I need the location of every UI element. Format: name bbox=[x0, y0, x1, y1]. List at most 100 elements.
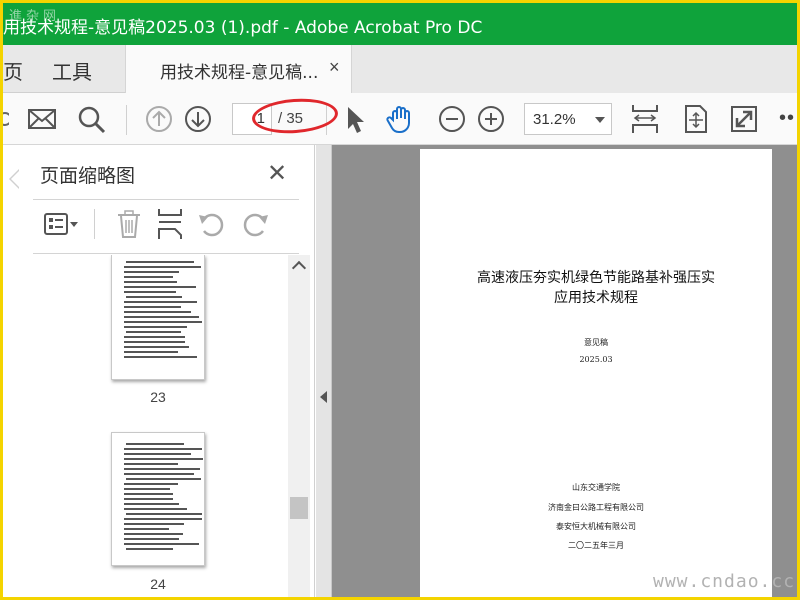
thumbnail-text-line bbox=[124, 266, 201, 268]
rotate-right-icon[interactable] bbox=[237, 207, 271, 241]
options-menu-icon[interactable] bbox=[43, 207, 78, 241]
panel-title: 页面缩略图 bbox=[40, 165, 136, 187]
thumbnail-text-line bbox=[124, 533, 183, 535]
zoom-in-icon[interactable] bbox=[475, 103, 507, 135]
partial-icon bbox=[3, 103, 12, 135]
toolbar: 1 / 35 31.2% •• bbox=[3, 93, 797, 145]
thumbnail-text-line bbox=[124, 468, 200, 470]
document-date: 2025.03 bbox=[579, 355, 613, 364]
insert-page-icon[interactable] bbox=[155, 207, 189, 241]
tab-home[interactable]: 页 bbox=[3, 56, 23, 85]
toolbar-separator bbox=[126, 105, 127, 135]
thumbnail-text-line bbox=[124, 463, 178, 465]
thumbnail-label: 24 bbox=[150, 576, 166, 592]
zoom-out-icon[interactable] bbox=[436, 103, 468, 135]
close-tab-button[interactable]: × bbox=[329, 57, 340, 78]
thumbnail-text-line bbox=[124, 498, 173, 500]
next-page-icon[interactable] bbox=[182, 103, 214, 135]
thumbnail-text-line bbox=[126, 478, 201, 480]
document-title-line1: 高速液压夯实机绿色节能路基补强压实 bbox=[477, 270, 715, 286]
search-icon[interactable] bbox=[75, 103, 107, 135]
thumbnail-text-line bbox=[124, 346, 189, 348]
page-thumbnail[interactable] bbox=[111, 255, 205, 380]
thumbnail-text-line bbox=[126, 296, 182, 298]
divider bbox=[33, 199, 299, 200]
close-panel-button[interactable]: ✕ bbox=[267, 159, 287, 188]
thumbnail-text-line bbox=[126, 443, 184, 445]
thumbnail-text-line bbox=[124, 508, 187, 510]
thumbnail-text-line bbox=[124, 281, 177, 283]
panel-splitter[interactable] bbox=[316, 145, 332, 597]
panel-notch-inner bbox=[11, 170, 20, 188]
thumbnail-text-line bbox=[124, 518, 202, 520]
tab-bar: 页 工具 用技术规程-意见稿... × bbox=[3, 45, 797, 93]
page-thumbnails-panel: 页面缩略图 ✕ 23 24 bbox=[3, 145, 315, 597]
thumbnail-text-line bbox=[124, 473, 194, 475]
organization-3: 泰安恒大机械有限公司 bbox=[556, 522, 636, 531]
thumbnail-text-line bbox=[124, 488, 170, 490]
draft-label: 意见稿 bbox=[584, 338, 608, 347]
thumbnail-text-line bbox=[124, 301, 197, 303]
organization-2: 济南金曰公路工程有限公司 bbox=[548, 503, 644, 512]
previous-page-icon[interactable] bbox=[143, 103, 175, 135]
hand-tool-icon[interactable] bbox=[385, 103, 417, 135]
site-watermark: www.cndao.cc bbox=[653, 571, 796, 592]
thumbnail-text-line bbox=[124, 503, 179, 505]
chevron-up-icon[interactable] bbox=[291, 260, 307, 276]
collapse-arrow-icon[interactable] bbox=[320, 391, 327, 403]
divider bbox=[33, 253, 299, 254]
select-arrow-icon[interactable] bbox=[339, 103, 371, 135]
thumbnail-text-line bbox=[124, 311, 191, 313]
window-title: 用技术规程-意见稿2025.03 (1).pdf - Adobe Acrobat… bbox=[3, 18, 483, 38]
thumbnail-text-line bbox=[124, 453, 191, 455]
toolbar-separator bbox=[94, 209, 95, 239]
thumbnail-text-line bbox=[124, 523, 184, 525]
document-tab-label: 用技术规程-意见稿... bbox=[160, 63, 319, 83]
thumbnail-text-line bbox=[124, 326, 187, 328]
thumbnail-list: 23 24 bbox=[3, 255, 287, 597]
thumbnail-text-line bbox=[124, 286, 196, 288]
fullscreen-icon[interactable] bbox=[728, 103, 760, 135]
organization-1: 山东交通学院 bbox=[572, 483, 620, 492]
thumbnail-text-line bbox=[124, 448, 202, 450]
fit-page-icon[interactable] bbox=[629, 103, 661, 135]
thumbnail-text-line bbox=[124, 458, 203, 460]
rotate-left-icon[interactable] bbox=[196, 207, 230, 241]
thumbnail-text-line bbox=[124, 336, 185, 338]
thumbnail-label: 23 bbox=[150, 389, 166, 405]
thumbnail-text-line bbox=[126, 513, 202, 515]
thumbnail-text-line bbox=[124, 271, 179, 273]
thumbnail-scrollbar[interactable] bbox=[288, 255, 310, 597]
thumbnail-text-line bbox=[124, 291, 176, 293]
more-tools-button[interactable]: •• bbox=[779, 107, 795, 130]
title-bar: 進杂网 用技术规程-意见稿2025.03 (1).pdf - Adobe Acr… bbox=[3, 3, 797, 45]
issue-date: 二〇二五年三月 bbox=[568, 541, 624, 550]
thumbnail-text-line bbox=[124, 528, 169, 530]
thumbnail-text-line bbox=[126, 331, 181, 333]
zoom-select[interactable]: 31.2% bbox=[524, 103, 612, 135]
thumbnail-text-line bbox=[124, 356, 197, 358]
document-title-line2: 应用技术规程 bbox=[554, 290, 638, 306]
chevron-down-icon bbox=[595, 117, 605, 123]
thumbnail-text-line bbox=[124, 306, 181, 308]
thumbnail-text-line bbox=[124, 493, 173, 495]
delete-icon[interactable] bbox=[113, 207, 147, 241]
rotate-view-icon[interactable] bbox=[680, 103, 712, 135]
tab-tools[interactable]: 工具 bbox=[52, 56, 92, 85]
page-thumbnail[interactable] bbox=[111, 432, 205, 566]
thumbnail-text-line bbox=[124, 341, 185, 343]
thumbnail-text-line bbox=[124, 321, 202, 323]
thumbnail-text-line bbox=[126, 261, 194, 263]
thumbnail-text-line bbox=[124, 483, 178, 485]
tab-document[interactable]: 用技术规程-意见稿... × bbox=[125, 45, 352, 93]
mail-icon[interactable] bbox=[26, 103, 58, 135]
scrollbar-thumb[interactable] bbox=[290, 497, 308, 519]
thumbnail-text-line bbox=[124, 316, 199, 318]
app-window: 進杂网 用技术规程-意见稿2025.03 (1).pdf - Adobe Acr… bbox=[3, 3, 797, 597]
zoom-value: 31.2% bbox=[533, 111, 576, 128]
thumbnail-text-line bbox=[124, 543, 199, 545]
thumbnail-text-line bbox=[126, 548, 173, 550]
pdf-page: 高速液压夯实机绿色节能路基补强压实 应用技术规程 意见稿 2025.03 山东交… bbox=[420, 149, 772, 597]
thumbnail-text-line bbox=[124, 276, 173, 278]
thumbnail-text-line bbox=[124, 538, 179, 540]
